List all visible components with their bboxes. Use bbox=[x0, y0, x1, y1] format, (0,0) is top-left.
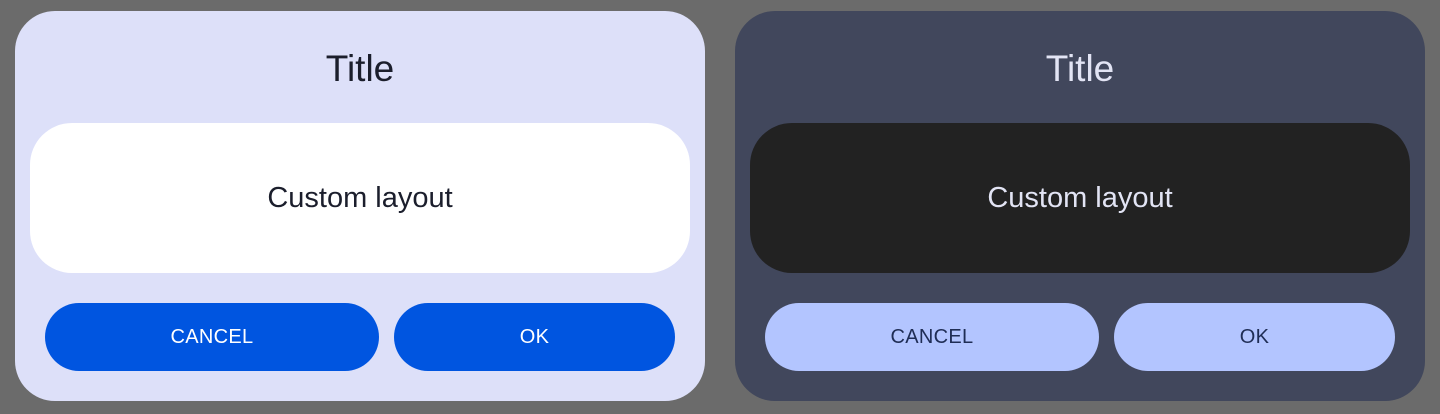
custom-layout-panel: Custom layout bbox=[30, 123, 690, 273]
dialog-light: Title Custom layout CANCEL OK bbox=[15, 11, 705, 401]
cancel-button[interactable]: CANCEL bbox=[45, 303, 379, 371]
dialog-title: Title bbox=[325, 48, 395, 89]
dialog-title: Title bbox=[1045, 48, 1115, 89]
cancel-button[interactable]: CANCEL bbox=[765, 303, 1099, 371]
custom-layout-label: Custom layout bbox=[267, 181, 453, 214]
custom-layout-panel: Custom layout bbox=[750, 123, 1410, 273]
custom-layout-label: Custom layout bbox=[987, 181, 1173, 214]
ok-button[interactable]: OK bbox=[394, 303, 675, 371]
dialog-dark: Title Custom layout CANCEL OK bbox=[735, 11, 1425, 401]
ok-button[interactable]: OK bbox=[1114, 303, 1395, 371]
